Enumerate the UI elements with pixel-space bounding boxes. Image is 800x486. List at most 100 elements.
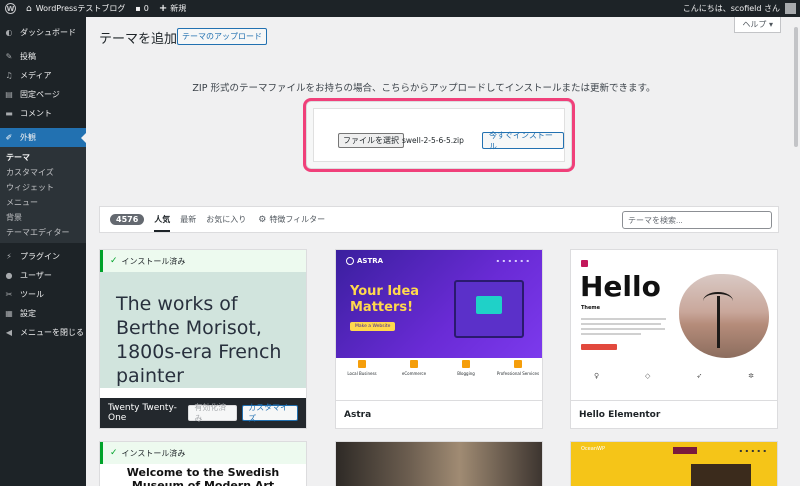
upload-form: ファイルを選択 swell-2-5-6-5.zip 今すぐインストール — [313, 108, 565, 162]
theme-card-row2-2[interactable] — [335, 441, 543, 486]
theme-screenshot[interactable]: Hello Theme ♀ ◇ ➶ ✲ — [571, 250, 777, 388]
wp-logo-menu[interactable]: W — [0, 0, 21, 17]
page-icon: ▤ — [5, 90, 13, 99]
feature-filter-label: 特徴フィルター — [269, 215, 326, 224]
submenu-item-widgets[interactable]: ウィジェット — [0, 180, 86, 195]
theme-card-twenty-twenty-one[interactable]: ✓ インストール済み The works of Berthe Morisot, … — [99, 249, 307, 429]
sidebar-item-dashboard[interactable]: ◐ ダッシュボード — [0, 23, 86, 42]
hello-hero-image — [679, 274, 769, 358]
settings-icon: ▦ — [5, 309, 13, 318]
filter-favorites-tab[interactable]: お気に入り — [206, 214, 246, 225]
upload-description: ZIP 形式のテーマファイルをお持ちの場合、こちらからアップロードしてインストー… — [192, 83, 656, 94]
filter-latest-tab[interactable]: 最新 — [180, 214, 196, 225]
submenu-item-menus[interactable]: メニュー — [0, 195, 86, 210]
theme-filter-bar: 4576 人気 最新 お気に入り ⚙ 特徴フィルター — [99, 206, 779, 233]
new-content-link[interactable]: + 新規 — [154, 0, 191, 17]
media-icon: ♫ — [5, 71, 13, 80]
sidebar-item-label: 固定ページ — [20, 90, 60, 99]
sidebar-item-appearance[interactable]: ✐ 外観 — [0, 128, 86, 147]
submenu-item-themes[interactable]: テーマ — [0, 150, 86, 165]
sidebar-item-label: 設定 — [20, 309, 36, 318]
astra-logo-icon — [346, 257, 354, 265]
astra-cta: Make a Website — [350, 322, 396, 331]
theme-screenshot[interactable] — [336, 442, 542, 486]
help-tab-button[interactable]: ヘルプ ▾ — [734, 17, 781, 33]
page-title: テーマを追加 — [99, 32, 178, 47]
comments-count: 0 — [143, 4, 149, 13]
feature-icon — [410, 360, 418, 368]
theme-search-input[interactable] — [622, 211, 772, 229]
comments-link[interactable]: ▪ 0 — [130, 0, 154, 17]
feature-filter-button[interactable]: ⚙ 特徴フィルター — [258, 214, 325, 225]
bulb-icon: ♀ — [593, 372, 600, 380]
theme-name: Hello Elementor — [571, 400, 777, 428]
plus-icon: + — [158, 3, 168, 14]
sidebar-item-plugins[interactable]: ⚡ プラグイン — [0, 247, 86, 266]
hello-subheading: Theme — [581, 305, 600, 311]
theme-count-badge: 4576 — [110, 214, 145, 225]
hello-button — [581, 344, 617, 350]
sidebar-item-label: ツール — [20, 290, 44, 299]
comment-bubble-icon: ▪ — [135, 4, 141, 13]
collapse-icon: ◀ — [5, 328, 13, 337]
sidebar-item-label: ユーザー — [20, 271, 52, 280]
theme-screenshot[interactable]: ASTRA ▪ ▪ ▪ ▪ ▪ ▪ Your Idea Matters! Mak… — [336, 250, 542, 358]
tool-icon: ✂ — [5, 290, 13, 299]
sidebar-item-collapse[interactable]: ◀ メニューを閉じる — [0, 323, 86, 342]
elementor-badge-icon — [581, 260, 588, 267]
astra-feature: Professional Services — [492, 360, 542, 376]
upload-theme-button[interactable]: テーマのアップロード — [177, 28, 267, 45]
appearance-submenu: テーマ カスタマイズ ウィジェット メニュー 背景 テーマエディター — [0, 147, 86, 243]
submenu-item-background[interactable]: 背景 — [0, 210, 86, 225]
sidebar-item-pages[interactable]: ▤ 固定ページ — [0, 85, 86, 104]
pin-icon: ✎ — [5, 52, 13, 61]
page-scrollbar[interactable] — [792, 17, 800, 486]
theme-card-row2-3[interactable]: OceanWP ▪ ▪ ▪ ▪ ▪ — [570, 441, 778, 486]
sidebar-item-label: 外観 — [20, 133, 36, 142]
hello-heading: Hello — [580, 270, 661, 303]
dashboard-icon: ◐ — [5, 28, 13, 37]
theme-card-astra[interactable]: ASTRA ▪ ▪ ▪ ▪ ▪ ▪ Your Idea Matters! Mak… — [335, 249, 543, 429]
theme-name: Twenty Twenty-One — [108, 403, 177, 423]
astra-illustration — [454, 280, 524, 338]
filter-popular-tab[interactable]: 人気 — [154, 214, 171, 232]
avatar[interactable] — [785, 3, 796, 14]
feature-label: eCommerce — [401, 371, 427, 376]
sidebar-item-tools[interactable]: ✂ ツール — [0, 285, 86, 304]
scrollbar-thumb[interactable] — [794, 27, 798, 147]
new-label: 新規 — [170, 4, 187, 13]
sidebar-item-label: ダッシュボード — [20, 28, 76, 37]
feature-label: Blogging — [457, 371, 475, 376]
install-now-button[interactable]: 今すぐインストール — [482, 131, 564, 151]
astra-feature: eCommerce — [388, 360, 440, 376]
comment-icon: ▬ — [5, 109, 13, 118]
oceanwp-menu — [673, 447, 697, 454]
installed-notice: ✓ インストール済み — [100, 250, 306, 272]
sidebar-item-label: プラグイン — [20, 252, 60, 261]
sidebar-item-comments[interactable]: ▬ コメント — [0, 104, 86, 123]
customize-button[interactable]: カスタマイズ — [242, 403, 298, 423]
gear-icon: ✲ — [748, 372, 754, 380]
choose-file-button[interactable]: ファイルを選択 — [338, 133, 404, 148]
sidebar-item-users[interactable]: ● ユーザー — [0, 266, 86, 285]
installed-label: インストール済み — [121, 256, 186, 266]
theme-card-hello-elementor[interactable]: Hello Theme ♀ ◇ ➶ ✲ Hello Elementor — [570, 249, 778, 429]
site-name-link[interactable]: ⌂ WordPressテストブログ — [21, 0, 130, 17]
sidebar-item-label: 投稿 — [20, 52, 36, 61]
submenu-item-theme-editor[interactable]: テーマエディター — [0, 225, 86, 240]
user-greeting[interactable]: こんにちは、scofield さん — [683, 3, 780, 14]
oceanwp-brand: OceanWP — [581, 446, 605, 452]
theme-screenshot[interactable]: OceanWP ▪ ▪ ▪ ▪ ▪ — [571, 442, 777, 486]
site-name: WordPressテストブログ — [35, 4, 126, 13]
diamond-icon: ◇ — [645, 372, 651, 380]
rocket-icon: ➶ — [696, 372, 703, 380]
plugin-icon: ⚡ — [6, 252, 12, 261]
sidebar-item-media[interactable]: ♫ メディア — [0, 66, 86, 85]
theme-preview-text: The works of Berthe Morisot, 1800s-era F… — [116, 293, 282, 387]
submenu-item-customize[interactable]: カスタマイズ — [0, 165, 86, 180]
tree-icon — [703, 292, 733, 348]
sidebar-item-posts[interactable]: ✎ 投稿 — [0, 47, 86, 66]
theme-card-row2-1[interactable]: ✓ インストール済み Welcome to the Swedish Museum… — [99, 441, 307, 486]
astra-logo-text: ASTRA — [357, 257, 384, 265]
sidebar-item-settings[interactable]: ▦ 設定 — [0, 304, 86, 323]
